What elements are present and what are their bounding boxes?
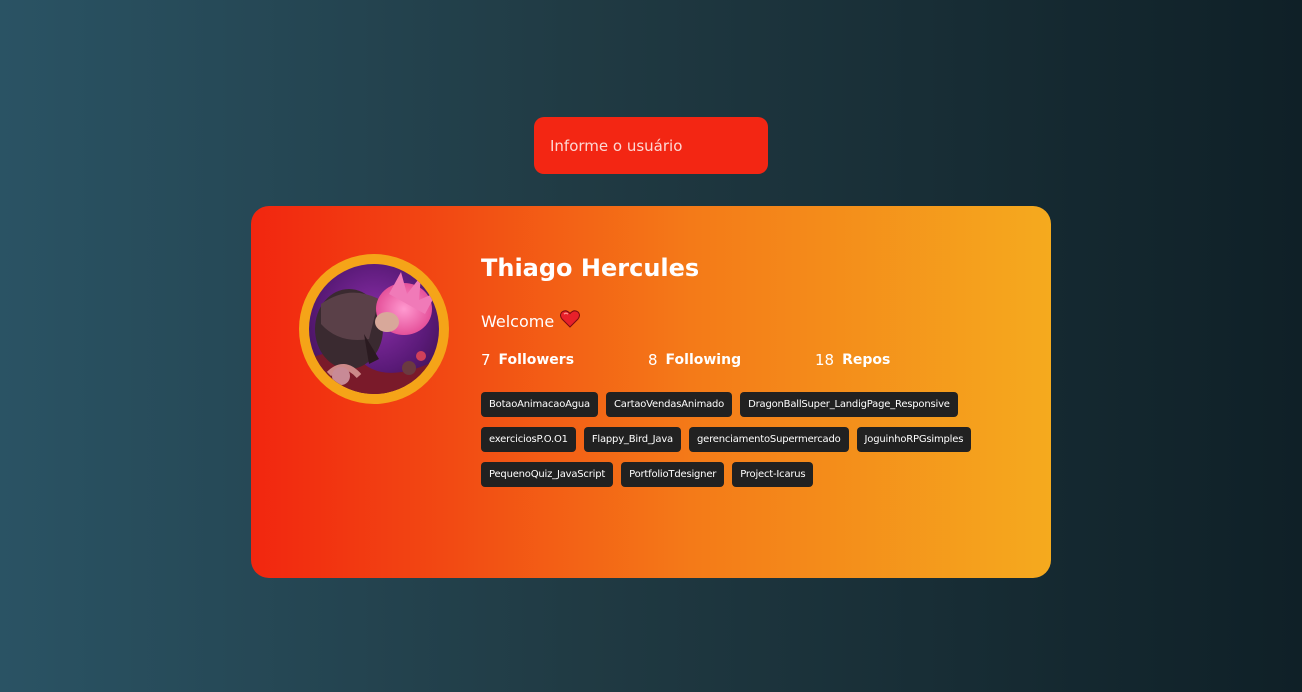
- repo-link[interactable]: JoguinhoRPGsimples: [856, 427, 972, 452]
- stat-label: Repos: [842, 352, 891, 368]
- repo-link[interactable]: PortfolioTdesigner: [621, 462, 725, 487]
- repo-link[interactable]: CartaoVendasAnimado: [605, 392, 733, 417]
- stat-value: 18: [815, 351, 835, 369]
- stat-label: Followers: [498, 352, 575, 368]
- stat-value: 7: [481, 351, 491, 369]
- profile-bio: Welcome: [481, 310, 581, 332]
- stat-followers: 7 Followers: [481, 351, 648, 369]
- bio-text: Welcome: [481, 311, 555, 331]
- repo-link[interactable]: Flappy_Bird_Java: [583, 427, 681, 452]
- repo-link[interactable]: Project-Icarus: [732, 462, 814, 487]
- stat-label: Following: [665, 352, 742, 368]
- profile-stats: 7 Followers 8 Following 18 Repos: [481, 351, 982, 369]
- avatar-image: [309, 264, 439, 394]
- search-input[interactable]: [534, 117, 768, 174]
- repo-link[interactable]: PequenoQuiz_JavaScript: [481, 462, 614, 487]
- repo-link[interactable]: exerciciosP.O.O1: [481, 427, 576, 452]
- avatar: [309, 264, 439, 394]
- heart-icon: [560, 310, 581, 332]
- profile-card: Thiago Hercules Welcome 7 Followers 8 Fo…: [251, 206, 1051, 578]
- repo-link[interactable]: gerenciamentoSupermercado: [688, 427, 849, 452]
- stat-following: 8 Following: [648, 351, 815, 369]
- repo-list: BotaoAnimacaoAgua CartaoVendasAnimado Dr…: [481, 392, 1001, 487]
- repo-link[interactable]: BotaoAnimacaoAgua: [481, 392, 598, 417]
- stat-repos: 18 Repos: [815, 351, 982, 369]
- stat-value: 8: [648, 351, 658, 369]
- avatar-ring: [299, 254, 449, 404]
- profile-name: Thiago Hercules: [481, 254, 700, 282]
- repo-link[interactable]: DragonBallSuper_LandigPage_Responsive: [740, 392, 958, 417]
